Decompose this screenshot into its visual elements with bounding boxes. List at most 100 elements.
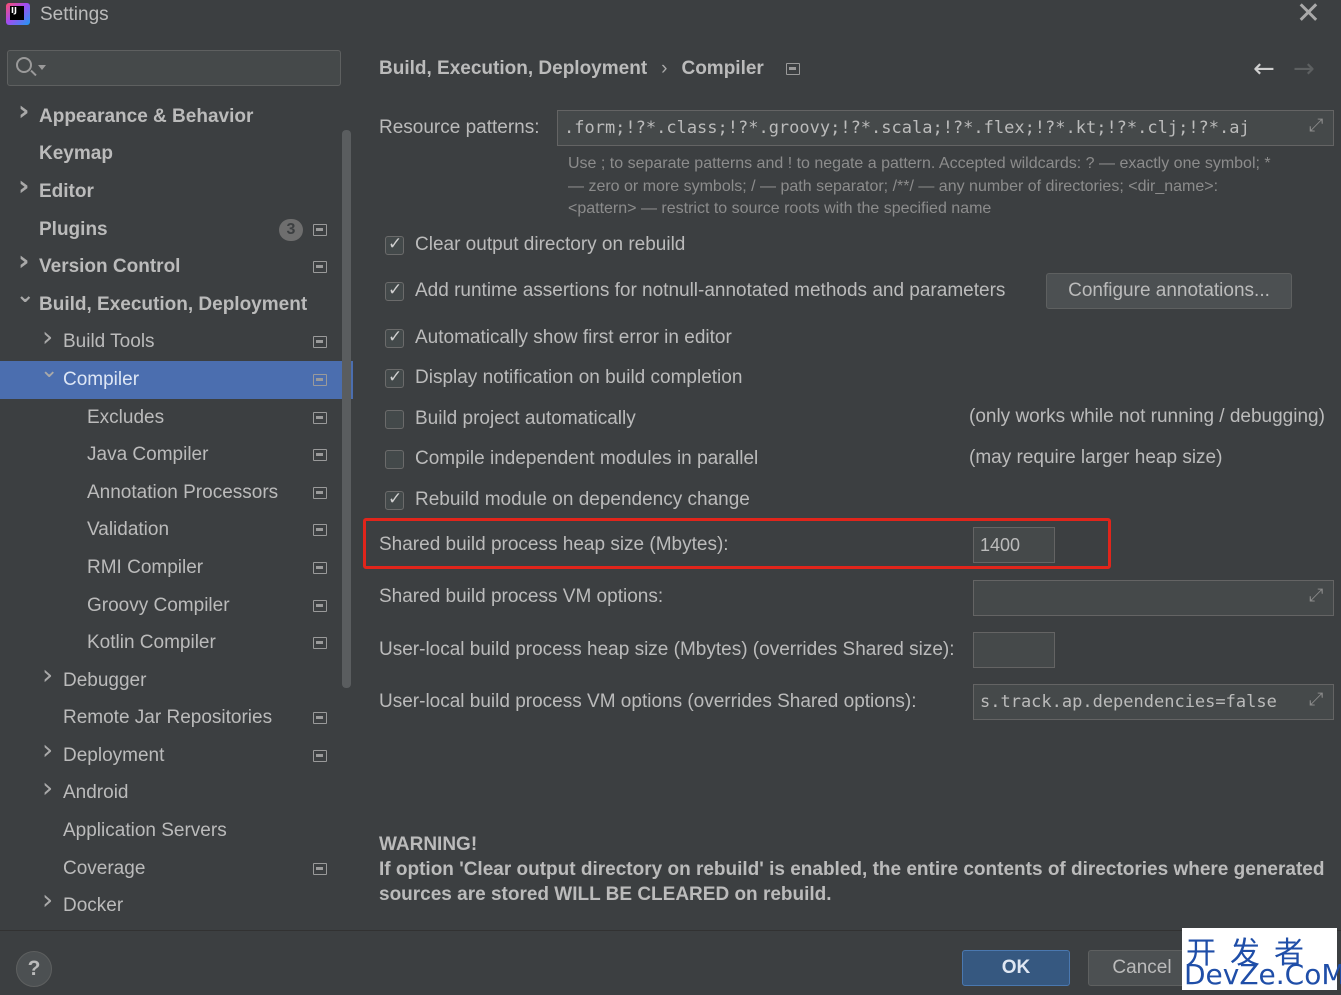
search-box[interactable] [7,50,341,86]
chevron-right-icon[interactable] [40,330,54,350]
sidebar-item[interactable]: Build Tools [0,324,353,362]
sidebar-item-label: Plugins [39,218,108,240]
chevron-right-icon[interactable] [40,668,54,688]
sidebar-item[interactable]: Appearance & Behavior [0,98,353,136]
sidebar-item[interactable]: Groovy Compiler [0,587,353,625]
sidebar-item[interactable]: Build, Execution, Deployment [0,286,353,324]
project-level-icon [313,599,327,612]
notify-completion-checkbox[interactable] [385,367,404,388]
sidebar-item-label: Validation [87,519,170,541]
sidebar-item[interactable]: Kotlin Compiler [0,624,353,662]
breadcrumb-separator: › [661,58,668,79]
parallel-compile-checkbox[interactable] [385,449,404,469]
rebuild-on-dependency-checkbox[interactable] [385,489,404,510]
sidebar-item[interactable]: Remote Jar Repositories [0,700,353,738]
sidebar-item[interactable]: Deployment [0,737,353,775]
project-level-icon [313,373,327,386]
project-level-icon [313,862,327,875]
chevron-right-icon[interactable] [16,179,30,199]
search-history-dropdown-icon[interactable] [38,65,46,70]
help-button[interactable]: ? [16,951,52,987]
sidebar-item[interactable]: Validation [0,512,353,550]
runtime-assertions-checkbox[interactable] [385,280,404,301]
sidebar-item[interactable]: Excludes [0,399,353,437]
forward-arrow-icon[interactable]: → [1293,54,1315,84]
clear-output-checkbox[interactable] [385,234,404,255]
settings-sidebar: Appearance & Behavior Keymap Editor Plugins… [0,30,353,930]
sidebar-item[interactable]: Application Servers [0,812,353,850]
rebuild-on-dependency-option[interactable]: Rebuild module on dependency change [385,488,750,512]
sidebar-item-label: Coverage [63,857,146,879]
sidebar-item[interactable]: Keymap [0,136,353,174]
sidebar-item[interactable]: RMI Compiler [0,549,353,587]
vm-options-input[interactable] [973,580,1334,616]
rebuild-warning: WARNING! If option 'Clear output directo… [379,832,1334,907]
runtime-assertions-option[interactable]: Add runtime assertions for notnull-annot… [385,279,1005,303]
breadcrumb-parent[interactable]: Build, Execution, Deployment [379,58,647,80]
resource-patterns-label: Resource patterns: [379,117,540,138]
project-level-icon [313,411,327,424]
expand-icon[interactable] [1309,585,1325,606]
project-level-icon [313,524,327,537]
sidebar-item-label: Editor [39,180,94,202]
user-heap-size-label: User-local build process heap size (Mbyt… [379,639,955,660]
show-first-error-option[interactable]: Automatically show first error in editor [385,326,732,350]
clear-output-option[interactable]: Clear output directory on rebuild [385,233,685,257]
watermark-logo: 开发者 DevZe.CoM [1182,928,1341,991]
sidebar-item-label: Appearance & Behavior [39,105,254,127]
sidebar-item[interactable]: Coverage [0,850,353,888]
configure-annotations-button[interactable]: Configure annotations... [1046,273,1292,309]
chevron-right-icon[interactable] [16,104,30,124]
sidebar-item[interactable]: Editor [0,173,353,211]
project-level-icon [313,749,327,762]
sidebar-item[interactable]: Docker [0,887,353,925]
project-level-icon [313,486,327,499]
sidebar-item-label: Deployment [63,744,165,766]
sidebar-item-label: Build, Execution, Deployment [39,293,308,315]
resource-patterns-value: .form;!?*.class;!?*.groovy;!?*.scala;!?*… [564,118,1250,138]
back-arrow-icon[interactable]: ← [1253,54,1275,84]
project-level-icon [313,336,327,349]
search-icon [16,57,32,73]
chevron-down-icon[interactable] [16,289,34,312]
user-vm-options-label: User-local build process VM options (ove… [379,691,917,712]
close-icon[interactable]: ✕ [1296,0,1321,29]
sidebar-item[interactable]: Plugins 3 [0,211,353,249]
user-heap-size-input[interactable] [973,632,1055,668]
heap-size-input[interactable]: 1400 [973,527,1055,563]
sidebar-item-label: Kotlin Compiler [87,632,216,654]
chevron-right-icon[interactable] [40,743,54,763]
sidebar-scrollbar[interactable] [342,130,351,688]
chevron-right-icon[interactable] [40,893,54,913]
sidebar-item-label: Annotation Processors [87,481,279,503]
build-automatically-checkbox[interactable] [385,409,404,429]
vm-options-label: Shared build process VM options: [379,586,664,607]
sidebar-item-label: Keymap [39,143,113,165]
parallel-compile-option[interactable]: Compile independent modules in parallel [385,447,758,471]
sidebar-item[interactable]: Annotation Processors [0,474,353,512]
expand-icon[interactable] [1309,115,1325,136]
sidebar-item[interactable]: Android [0,775,353,813]
ok-button[interactable]: OK [962,950,1070,986]
show-first-error-checkbox[interactable] [385,327,404,348]
chevron-right-icon[interactable] [16,254,30,274]
chevron-right-icon[interactable] [40,781,54,801]
project-level-icon [313,449,327,462]
parallel-compile-note: (may require larger heap size) [969,447,1223,468]
sidebar-item[interactable]: Debugger [0,662,353,700]
sidebar-item[interactable]: Version Control [0,248,353,286]
sidebar-item-label: Remote Jar Repositories [63,707,273,729]
search-input[interactable] [50,55,330,81]
user-vm-options-input[interactable]: s.track.ap.dependencies=false [973,684,1334,720]
resource-patterns-input[interactable]: .form;!?*.class;!?*.groovy;!?*.scala;!?*… [557,110,1334,146]
chevron-down-icon[interactable] [40,364,58,387]
sidebar-item-label: Groovy Compiler [87,594,230,616]
sidebar-item[interactable]: Compiler [0,361,353,399]
project-level-icon [313,712,327,725]
build-automatically-option[interactable]: Build project automatically [385,407,636,431]
notify-completion-option[interactable]: Display notification on build completion [385,366,742,390]
warning-title: WARNING! [379,834,478,855]
cancel-button[interactable]: Cancel [1088,950,1196,986]
expand-icon[interactable] [1309,689,1325,710]
sidebar-item[interactable]: Java Compiler [0,436,353,474]
